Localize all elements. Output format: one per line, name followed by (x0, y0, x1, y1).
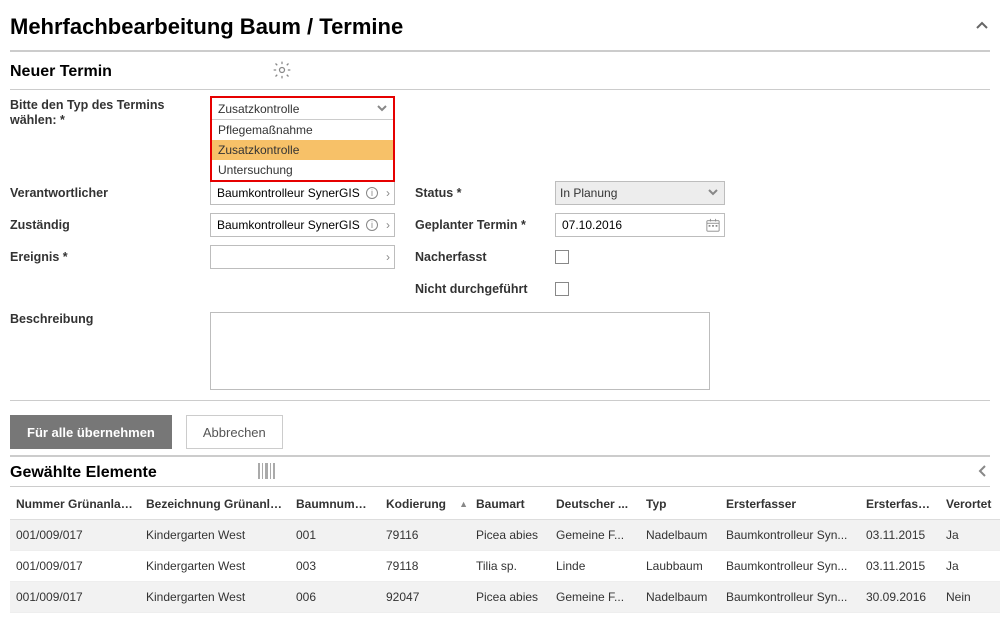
apply-all-button[interactable]: Für alle übernehmen (10, 415, 172, 449)
table-header-cell[interactable]: Ersterfass... (860, 489, 940, 520)
afterrec-label: Nacherfasst (415, 250, 555, 264)
assigned-input-field[interactable] (215, 217, 390, 233)
planned-date-input[interactable] (555, 213, 725, 237)
notdone-label: Nicht durchgeführt (415, 282, 555, 296)
table-cell: 001/009/017 (10, 551, 140, 582)
responsible-input[interactable]: i › (210, 181, 395, 205)
table-header-cell[interactable]: Kodierung▲ (380, 489, 470, 520)
event-input-field[interactable] (215, 249, 390, 265)
chevron-right-icon[interactable]: › (386, 250, 390, 264)
afterrec-checkbox[interactable] (555, 250, 569, 264)
table-cell: 03.11.2015 (860, 551, 940, 582)
table-cell: Picea abies (470, 520, 550, 551)
table-cell: 92047 (380, 582, 470, 613)
notdone-checkbox[interactable] (555, 282, 569, 296)
planned-date-field[interactable] (560, 217, 720, 233)
sort-asc-icon: ▲ (459, 499, 468, 509)
table-cell: 001 (290, 520, 380, 551)
table-cell: Baumkontrolleur Syn... (720, 582, 860, 613)
table-cell: Picea abies (470, 582, 550, 613)
desc-textarea[interactable] (210, 312, 710, 390)
table-cell: 30.09.2016 (860, 582, 940, 613)
table-cell: Ja (940, 551, 1000, 582)
table-cell: Kindergarten West (140, 582, 290, 613)
collapse-icon[interactable] (974, 18, 990, 37)
table-cell: Kindergarten West (140, 551, 290, 582)
type-dropdown-selected-label: Zusatzkontrolle (218, 102, 299, 116)
event-input[interactable]: › (210, 245, 395, 269)
type-dropdown-option[interactable]: Untersuchung (212, 160, 393, 180)
table-header-cell[interactable]: Baumart (470, 489, 550, 520)
table-cell: 003 (290, 551, 380, 582)
table-cell: Nein (940, 582, 1000, 613)
type-dropdown-option[interactable]: Zusatzkontrolle (212, 140, 393, 160)
chevron-down-icon (708, 186, 718, 200)
table-cell: Nadelbaum (640, 520, 720, 551)
results-table: Nummer GrünanlageBezeichnung GrünanlageB… (10, 489, 1000, 613)
cancel-button[interactable]: Abbrechen (186, 415, 283, 449)
chevron-left-icon[interactable] (976, 464, 990, 481)
table-cell: 03.11.2015 (860, 520, 940, 551)
status-select[interactable]: In Planung (555, 181, 725, 205)
table-header-cell[interactable]: Deutscher ... (550, 489, 640, 520)
table-cell: 79118 (380, 551, 470, 582)
desc-label: Beschreibung (10, 312, 210, 390)
gear-icon[interactable] (272, 60, 292, 83)
chevron-down-icon (377, 102, 387, 116)
assigned-label: Zuständig (10, 218, 210, 232)
table-cell: Baumkontrolleur Syn... (720, 520, 860, 551)
table-cell: Kindergarten West (140, 520, 290, 551)
barcode-icon[interactable] (257, 461, 277, 484)
table-header-cell[interactable]: Verortet (940, 489, 1000, 520)
type-dropdown-option[interactable]: Pflegemaßnahme (212, 120, 393, 140)
chevron-right-icon[interactable]: › (386, 186, 390, 200)
section-selected-title: Gewählte Elemente (10, 464, 157, 482)
table-cell: Tilia sp. (470, 551, 550, 582)
info-icon[interactable]: i (366, 219, 378, 231)
type-dropdown-open[interactable]: Zusatzkontrolle PflegemaßnahmeZusatzkont… (210, 96, 395, 182)
table-cell: Linde (550, 551, 640, 582)
responsible-input-field[interactable] (215, 185, 390, 201)
event-label: Ereignis * (10, 250, 210, 264)
table-cell: Gemeine F... (550, 582, 640, 613)
table-cell: Gemeine F... (550, 520, 640, 551)
type-label: Bitte den Typ des Termins wählen: * (10, 98, 210, 128)
table-header-row: Nummer GrünanlageBezeichnung GrünanlageB… (10, 489, 1000, 520)
chevron-right-icon[interactable]: › (386, 218, 390, 232)
table-row[interactable]: 001/009/017Kindergarten West00179116Pice… (10, 520, 1000, 551)
table-header-cell[interactable]: Bezeichnung Grünanlage (140, 489, 290, 520)
status-value: In Planung (560, 186, 617, 200)
table-cell: Ja (940, 520, 1000, 551)
table-row[interactable]: 001/009/017Kindergarten West00692047Pice… (10, 582, 1000, 613)
planned-label: Geplanter Termin * (415, 218, 555, 232)
table-cell: 79116 (380, 520, 470, 551)
table-cell: Nadelbaum (640, 582, 720, 613)
info-icon[interactable]: i (366, 187, 378, 199)
status-label: Status * (415, 186, 555, 200)
table-header-cell[interactable]: Typ (640, 489, 720, 520)
table-cell: 001/009/017 (10, 520, 140, 551)
section-new-title: Neuer Termin (10, 63, 112, 81)
responsible-label: Verantwortlicher (10, 186, 210, 200)
table-cell: 001/009/017 (10, 582, 140, 613)
page-title: Mehrfachbearbeitung Baum / Termine (10, 14, 403, 40)
assigned-input[interactable]: i › (210, 213, 395, 237)
table-cell: Baumkontrolleur Syn... (720, 551, 860, 582)
table-cell: Laubbaum (640, 551, 720, 582)
calendar-icon[interactable] (706, 218, 720, 232)
table-header-cell[interactable]: Ersterfasser (720, 489, 860, 520)
table-header-cell[interactable]: Baumnummer (290, 489, 380, 520)
table-header-cell[interactable]: Nummer Grünanlage (10, 489, 140, 520)
table-row[interactable]: 001/009/017Kindergarten West00379118Tili… (10, 551, 1000, 582)
table-cell: 006 (290, 582, 380, 613)
type-dropdown-selected[interactable]: Zusatzkontrolle (212, 98, 393, 120)
